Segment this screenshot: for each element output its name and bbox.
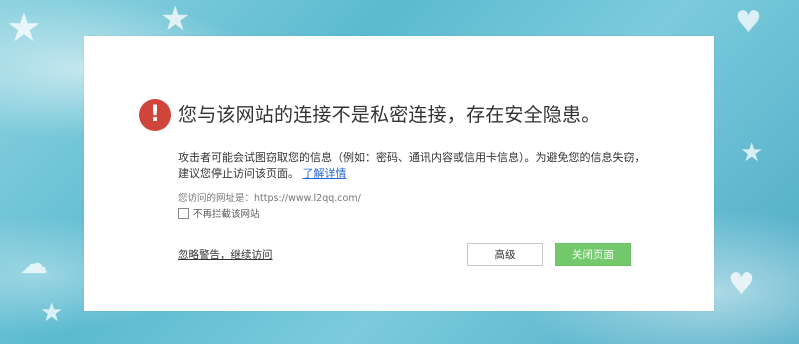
close-page-button[interactable]: 关闭页面 (555, 243, 631, 266)
warning-description: 攻击者可能会试图窃取您的信息（例如：密码、通讯内容或信用卡信息）。为避免您的信息… (178, 150, 648, 182)
heart-decoration-icon: ♥ (728, 267, 755, 302)
description-text: 攻击者可能会试图窃取您的信息（例如：密码、通讯内容或信用卡信息）。为避免您的信息… (178, 151, 646, 180)
star-decoration-icon: ★ (160, 0, 191, 39)
ignore-warning-link[interactable]: 忽略警告，继续访问 (178, 247, 273, 262)
dont-block-label[interactable]: 不再拦截该网站 (193, 206, 260, 220)
url-value: https://www.l2qq.com/ (254, 193, 361, 204)
url-label: 您访问的网址是： (178, 193, 255, 204)
security-warning-card: ! 您与该网站的连接不是私密连接，存在安全隐患。 攻击者可能会试图窃取您的信息（… (84, 36, 714, 311)
exclamation-circle-icon: ! (139, 99, 171, 131)
advanced-button[interactable]: 高级 (467, 243, 543, 266)
learn-more-link[interactable]: 了解详情 (303, 167, 347, 180)
star-decoration-icon: ★ (740, 138, 764, 168)
cloud-decoration-icon: ☁ (20, 247, 48, 280)
dont-block-checkbox[interactable] (178, 207, 189, 219)
star-decoration-icon: ★ (6, 5, 42, 51)
url-line: 您访问的网址是：https://www.l2qq.com/ (178, 190, 361, 204)
star-decoration-icon: ★ (40, 298, 64, 328)
warning-title: 您与该网站的连接不是私密连接，存在安全隐患。 (178, 104, 601, 126)
dont-block-row[interactable]: 不再拦截该网站 (178, 206, 260, 220)
heart-decoration-icon: ♥ (735, 5, 762, 40)
